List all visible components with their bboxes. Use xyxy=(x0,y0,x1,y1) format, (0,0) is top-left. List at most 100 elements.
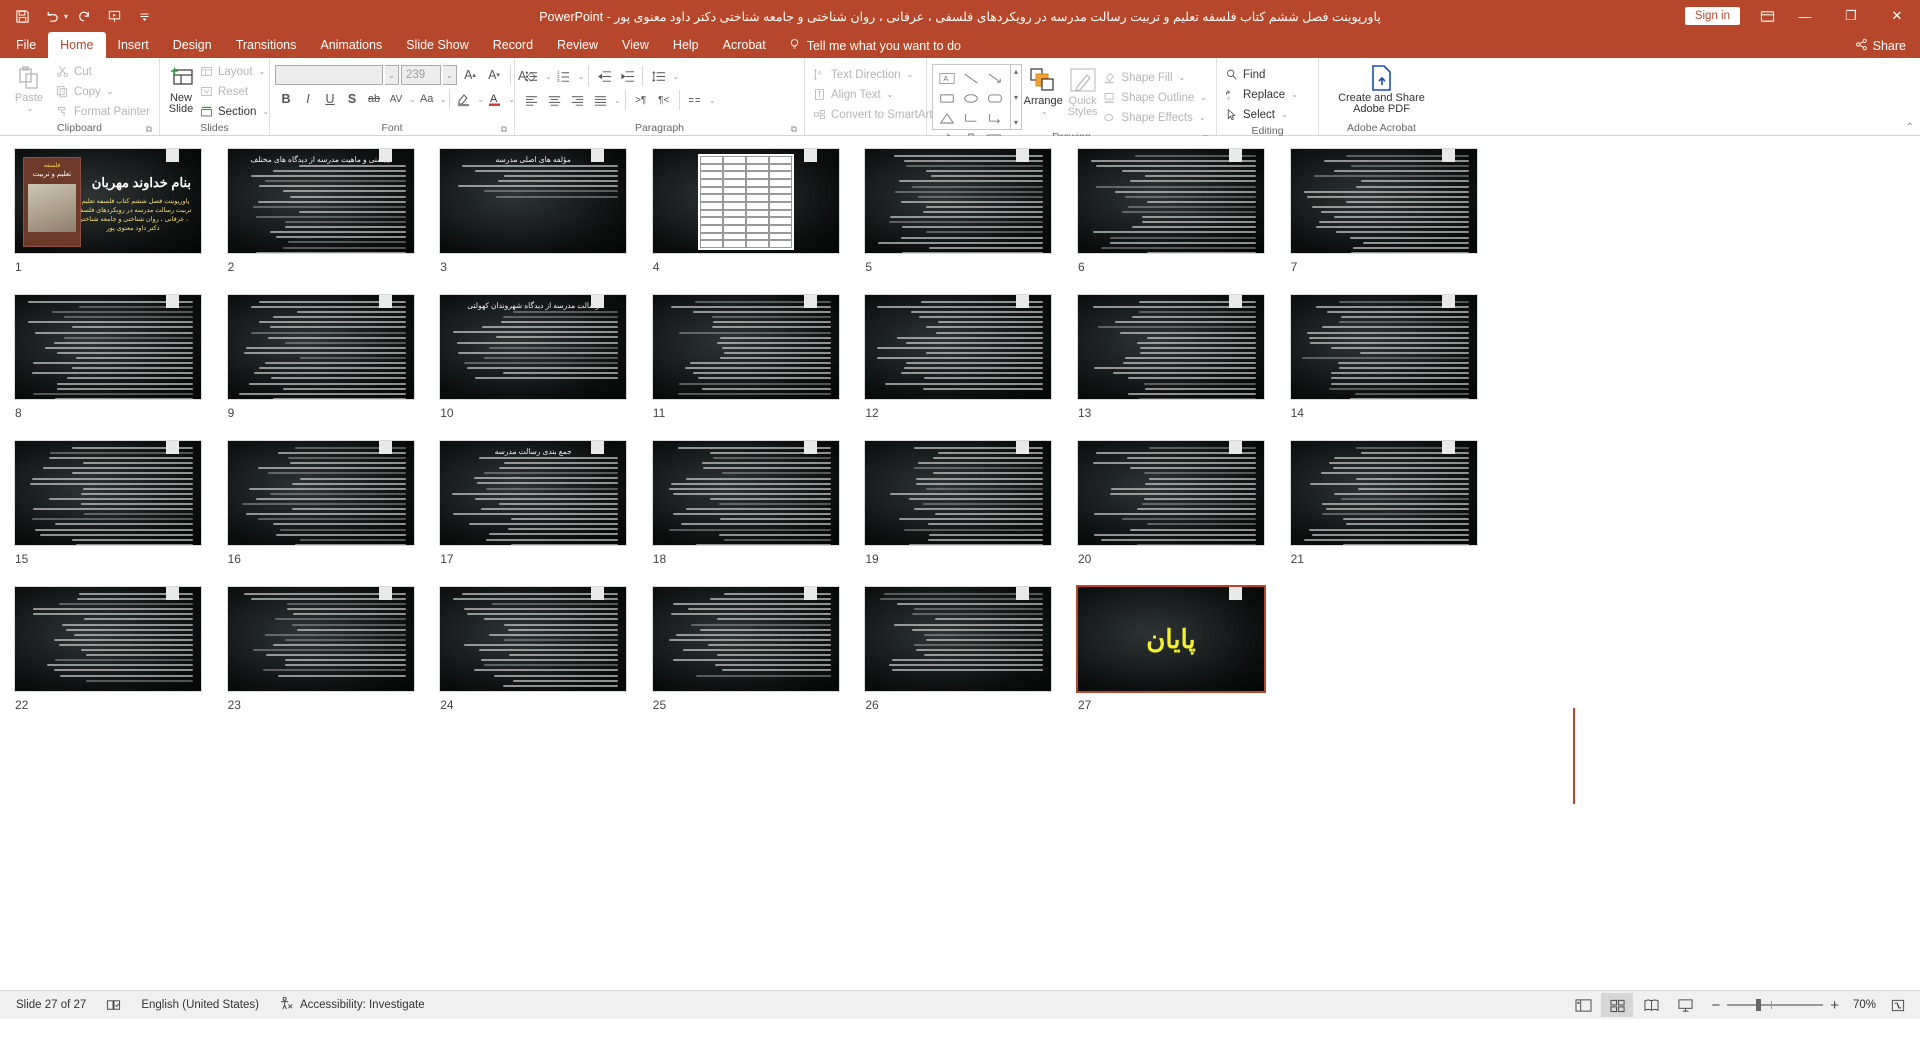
tab-design[interactable]: Design xyxy=(161,32,224,58)
numbering-dropdown-icon[interactable]: ⌄ xyxy=(578,72,585,81)
increase-font-size-button[interactable]: A ▴ xyxy=(459,64,481,86)
ribbon-display-options-icon[interactable] xyxy=(1752,1,1782,31)
font-color-button[interactable]: A xyxy=(484,88,506,110)
close-button[interactable]: ✕ xyxy=(1874,0,1920,32)
text-shadow-button[interactable]: S xyxy=(341,88,363,110)
slide-thumbnail[interactable] xyxy=(1076,294,1265,400)
font-size-input[interactable]: 239 xyxy=(401,65,441,85)
slide-thumbnail[interactable] xyxy=(226,294,415,400)
line-spacing-button[interactable] xyxy=(647,65,669,87)
slide-sorter-canvas[interactable]: بنام خداوند مهربان پاورپوینت فصل ششم کتاب… xyxy=(0,136,1920,990)
slide-thumbnail[interactable] xyxy=(14,586,202,692)
tell-me-search[interactable]: Tell me what you want to do xyxy=(788,37,961,58)
slide-thumbnail-cell[interactable]: 19 xyxy=(864,440,1060,586)
justify-button[interactable] xyxy=(589,89,611,111)
start-presentation-icon[interactable] xyxy=(100,3,128,29)
slide-thumbnail-cell[interactable]: 11 xyxy=(651,294,848,440)
shapes-scroll-up-icon[interactable]: ▴ xyxy=(1014,67,1018,76)
replace-dropdown-icon[interactable]: ⌄ xyxy=(1291,90,1298,99)
decrease-indent-button[interactable] xyxy=(593,65,615,87)
slide-thumbnail[interactable] xyxy=(651,148,840,254)
clipboard-dialog-launcher-icon[interactable]: ⧉ xyxy=(146,122,152,136)
slide-thumbnail[interactable] xyxy=(14,440,202,546)
zoom-slider[interactable]: − + xyxy=(1711,997,1839,1014)
save-icon[interactable] xyxy=(8,3,36,29)
sign-in-button[interactable]: Sign in xyxy=(1684,7,1740,25)
bullets-button[interactable] xyxy=(520,65,542,87)
font-name-dropdown-icon[interactable]: ⌄ xyxy=(385,65,399,85)
slide-thumbnail[interactable] xyxy=(864,586,1053,692)
slide-thumbnail[interactable] xyxy=(226,586,415,692)
section-dropdown-icon[interactable]: ⌄ xyxy=(262,107,269,116)
slide-thumbnail-cell[interactable]: 15 xyxy=(14,440,210,586)
change-case-dropdown-icon[interactable]: ⌄ xyxy=(440,95,447,104)
zoom-in-button[interactable]: + xyxy=(1830,997,1839,1014)
zoom-track[interactable] xyxy=(1727,999,1824,1011)
triangle-shape-icon[interactable] xyxy=(935,108,959,128)
undo-dropdown-icon[interactable]: ▾ xyxy=(64,12,68,21)
tab-slide-show[interactable]: Slide Show xyxy=(394,32,481,58)
section-button[interactable]: Section ⌄ xyxy=(197,102,273,121)
accessibility-checker[interactable]: Accessibility: Investigate xyxy=(269,993,435,1017)
slide-thumbnail[interactable] xyxy=(864,294,1053,400)
elbow-connector-icon[interactable] xyxy=(959,108,983,128)
bullets-dropdown-icon[interactable]: ⌄ xyxy=(545,72,552,81)
slide-sorter-view-button[interactable] xyxy=(1601,993,1634,1017)
tab-file[interactable]: File xyxy=(4,32,48,58)
slide-thumbnail[interactable] xyxy=(439,586,628,692)
slide-thumbnail-cell[interactable]: 24 xyxy=(439,586,635,732)
shapes-scroll-down-icon[interactable]: ▾ xyxy=(1014,93,1018,102)
layout-dropdown-icon[interactable]: ⌄ xyxy=(259,67,266,76)
shapes-more-icon[interactable]: ▾ xyxy=(1014,118,1018,127)
tab-view[interactable]: View xyxy=(610,32,661,58)
font-color-dropdown-icon[interactable]: ⌄ xyxy=(508,95,515,104)
minimize-button[interactable]: — xyxy=(1782,0,1828,32)
reset-button[interactable]: Reset xyxy=(197,82,273,101)
tab-animations[interactable]: Animations xyxy=(308,32,394,58)
slide-thumbnail-cell[interactable]: 8 xyxy=(14,294,210,440)
slide-thumbnail[interactable]: پایان xyxy=(1075,585,1266,693)
zoom-out-button[interactable]: − xyxy=(1711,997,1720,1014)
copy-button[interactable]: Copy ⌄ xyxy=(53,82,154,101)
rectangle-shape-icon[interactable] xyxy=(935,88,959,108)
slide-thumbnail-cell[interactable]: 13 xyxy=(1076,294,1273,440)
tab-help[interactable]: Help xyxy=(661,32,711,58)
customize-qat-icon[interactable] xyxy=(130,3,158,29)
tab-home[interactable]: Home xyxy=(48,32,106,58)
slide-thumbnail[interactable] xyxy=(864,440,1053,546)
line-spacing-dropdown-icon[interactable]: ⌄ xyxy=(672,72,679,81)
text-highlight-color-button[interactable] xyxy=(453,88,475,110)
columns-button[interactable] xyxy=(684,89,706,111)
slide-thumbnail-cell[interactable]: پایان 27 xyxy=(1075,585,1273,732)
slide-thumbnail-cell[interactable]: 21 xyxy=(1289,440,1486,586)
redo-icon[interactable] xyxy=(70,3,98,29)
font-size-dropdown-icon[interactable]: ⌄ xyxy=(443,65,457,85)
notes-icon[interactable] xyxy=(96,993,131,1017)
rounded-rectangle-shape-icon[interactable] xyxy=(983,88,1007,108)
layout-button[interactable]: Layout ⌄ xyxy=(197,62,273,81)
slide-thumbnail-cell[interactable]: 9 xyxy=(226,294,423,440)
textbox-shape-icon[interactable]: A xyxy=(935,68,959,88)
tab-review[interactable]: Review xyxy=(545,32,610,58)
slide-thumbnail-cell[interactable]: 14 xyxy=(1289,294,1486,440)
tab-record[interactable]: Record xyxy=(481,32,545,58)
columns-dropdown-icon[interactable]: ⌄ xyxy=(709,96,716,105)
decrease-font-size-button[interactable]: A ▾ xyxy=(483,64,505,86)
slide-thumbnail-cell[interactable]: رسالت مدرسه از دیدگاه شهروندان کهولتی 10 xyxy=(439,294,635,440)
rtl-direction-button[interactable]: ¶< xyxy=(653,89,675,111)
tab-transitions[interactable]: Transitions xyxy=(224,32,309,58)
align-right-button[interactable] xyxy=(566,89,588,111)
new-slide-button[interactable]: New Slide xyxy=(165,61,197,115)
undo-icon[interactable] xyxy=(38,3,66,29)
slide-thumbnail[interactable]: جمع بندی رسالت مدرسه xyxy=(439,440,628,546)
normal-view-button[interactable] xyxy=(1567,993,1599,1017)
slide-thumbnail-cell[interactable]: 6 xyxy=(1076,148,1273,294)
shape-fill-dropdown-icon[interactable]: ⌄ xyxy=(1179,73,1186,82)
format-painter-button[interactable]: Format Painter xyxy=(53,102,154,121)
align-center-button[interactable] xyxy=(543,89,565,111)
shape-outline-dropdown-icon[interactable]: ⌄ xyxy=(1200,93,1207,102)
slide-thumbnail[interactable] xyxy=(651,440,840,546)
ribbon-collapse-icon[interactable]: ⌃ xyxy=(1906,122,1914,133)
slide-thumbnail[interactable]: چیستی و ماهیت مدرسه از دیدگاه های مختلف xyxy=(226,148,415,254)
strikethrough-button[interactable]: ab xyxy=(363,88,385,110)
